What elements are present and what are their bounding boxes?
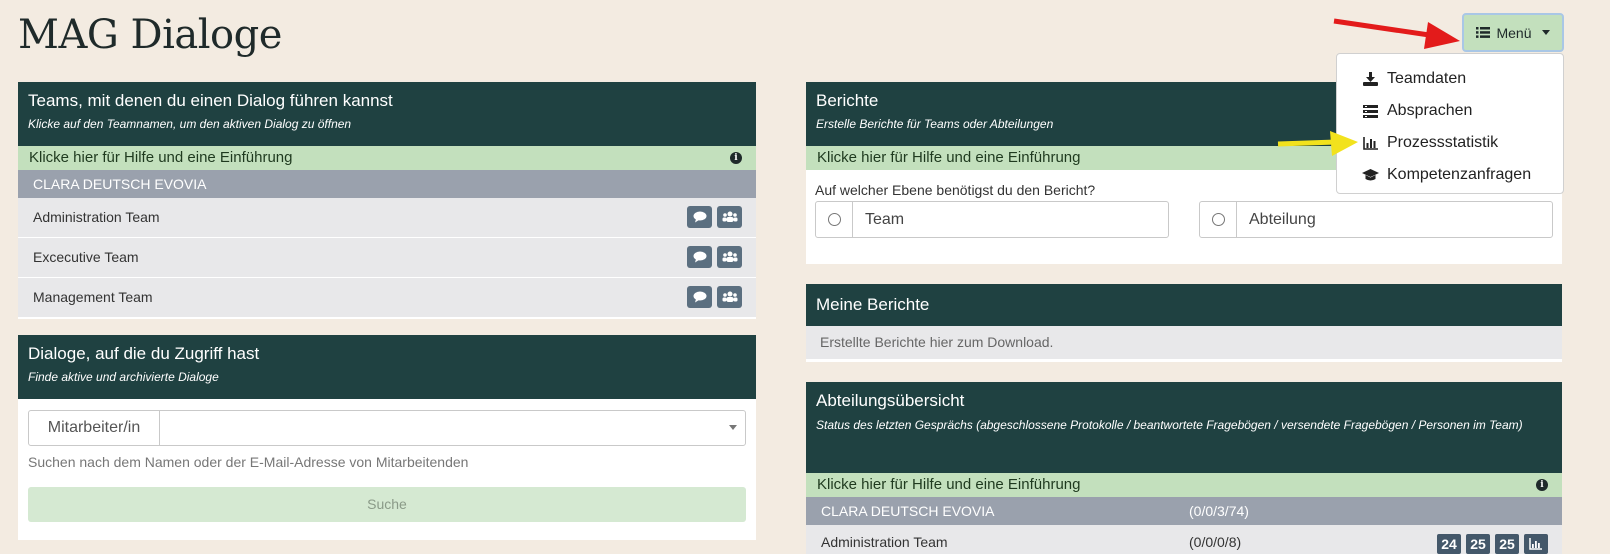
- red-arrow-annotation: [1333, 18, 1460, 49]
- search-hint: Suchen nach dem Namen oder der E-Mail-Ad…: [28, 454, 469, 470]
- info-icon: i: [1536, 479, 1548, 491]
- employee-search-group: Mitarbeiter/in: [28, 410, 746, 446]
- team-name[interactable]: Management Team: [33, 289, 153, 305]
- team-name[interactable]: Administration Team: [821, 534, 948, 550]
- help-link-label: Klicke hier für Hilfe und eine Einführun…: [817, 476, 1081, 493]
- menu-item-label: Absprachen: [1387, 102, 1473, 119]
- dialoge-panel-header: Dialoge, auf die du Zugriff hast Finde a…: [18, 335, 756, 399]
- employee-select[interactable]: [160, 411, 745, 445]
- radio-label-team: Team: [865, 211, 905, 228]
- download-icon: [1362, 72, 1379, 86]
- menu-button[interactable]: Menü: [1462, 13, 1564, 52]
- team-row-management[interactable]: Management Team: [18, 278, 756, 318]
- team-row-executive[interactable]: Excecutive Team: [18, 238, 756, 278]
- users-icon[interactable]: [717, 246, 742, 268]
- meine-berichte-empty: Erstellte Berichte hier zum Download.: [806, 326, 1562, 359]
- count-badge[interactable]: 24: [1437, 534, 1461, 554]
- menu-button-label: Menü: [1496, 24, 1532, 41]
- menu-item-absprachen[interactable]: Absprachen: [1337, 95, 1563, 127]
- search-button[interactable]: Suche: [28, 487, 746, 522]
- radio-option-team[interactable]: Team: [815, 201, 1169, 238]
- chat-bubble-icon[interactable]: [687, 206, 712, 228]
- teams-panel-subtitle: Klicke auf den Teamnamen, um den aktiven…: [28, 117, 352, 131]
- meine-berichte-panel: Meine Berichte Erstellte Berichte hier z…: [806, 284, 1562, 362]
- abteilung-panel-subtitle: Status des letzten Gesprächs (abgeschlos…: [816, 418, 1523, 432]
- caret-down-icon: [1541, 30, 1550, 35]
- menu-item-label: Prozessstatistik: [1387, 134, 1499, 151]
- teams-panel-header: Teams, mit denen du einen Dialog führen …: [18, 82, 756, 146]
- graduation-cap-icon: [1362, 168, 1379, 182]
- menu-item-label: Kompetenzanfragen: [1387, 166, 1532, 183]
- department-group-row: Clara Deutsch Evovia (0/0/3/74): [806, 497, 1562, 525]
- help-link-label: Klicke hier für Hilfe und eine Einführun…: [817, 149, 1081, 166]
- menu-item-label: Teamdaten: [1387, 70, 1467, 87]
- abteilung-panel-header: Abteilungsübersicht Status des letzten G…: [806, 382, 1562, 473]
- chat-bubble-icon[interactable]: [687, 246, 712, 268]
- meine-berichte-header: Meine Berichte: [806, 284, 1562, 326]
- employee-addon-label: Mitarbeiter/in: [29, 411, 160, 445]
- team-name[interactable]: Administration Team: [33, 209, 160, 225]
- dialoge-panel: Dialoge, auf die du Zugriff hast Finde a…: [18, 335, 756, 540]
- count-badge[interactable]: 25: [1466, 534, 1490, 554]
- info-icon: i: [730, 152, 742, 164]
- department-team-row[interactable]: Administration Team (0/0/0/8) 24 25 25: [806, 525, 1562, 554]
- abteilung-panel: Abteilungsübersicht Status des letzten G…: [806, 382, 1562, 554]
- dialoge-panel-subtitle: Finde aktive und archivierte Dialoge: [28, 370, 219, 384]
- bar-chart-icon: [1362, 136, 1379, 150]
- team-row-administration[interactable]: Administration Team: [18, 198, 756, 238]
- yellow-arrow-annotation: [1277, 131, 1358, 156]
- bar-chart-icon[interactable]: [1524, 534, 1548, 554]
- teams-help-bar[interactable]: Klicke hier für Hilfe und eine Einführun…: [18, 146, 756, 170]
- menu-item-prozessstatistik[interactable]: Prozessstatistik: [1337, 127, 1563, 159]
- radio-button[interactable]: [1211, 213, 1225, 226]
- team-stat: (0/0/0/8): [1189, 534, 1242, 550]
- users-icon[interactable]: [717, 286, 742, 308]
- chat-bubble-icon[interactable]: [687, 286, 712, 308]
- users-icon[interactable]: [717, 206, 742, 228]
- chevron-down-icon: [729, 425, 737, 430]
- radio-label-abteilung: Abteilung: [1249, 211, 1316, 228]
- team-group-row: Clara Deutsch Evovia: [18, 170, 756, 198]
- help-link-label: Klicke hier für Hilfe und eine Einführun…: [29, 149, 293, 166]
- count-badge[interactable]: 25: [1495, 534, 1519, 554]
- dialoge-panel-title: Dialoge, auf die du Zugriff hast: [28, 344, 260, 363]
- meine-berichte-title: Meine Berichte: [816, 295, 930, 314]
- page-title: MAG Dialoge: [18, 12, 282, 58]
- teams-panel-title: Teams, mit denen du einen Dialog führen …: [28, 91, 393, 110]
- department-stat: (0/0/3/74): [1189, 503, 1249, 519]
- department-name: Clara Deutsch Evovia: [821, 503, 995, 519]
- list-icon: [1362, 104, 1379, 118]
- abteilung-help-bar[interactable]: Klicke hier für Hilfe und eine Einführun…: [806, 473, 1562, 497]
- team-name[interactable]: Excecutive Team: [33, 249, 139, 265]
- menu-item-kompetenzanfragen[interactable]: Kompetenzanfragen: [1337, 159, 1563, 191]
- list-icon: [1476, 25, 1491, 41]
- menu-dropdown: Teamdaten Absprachen Prozessstatistik Ko…: [1336, 53, 1564, 194]
- menu-item-teamdaten[interactable]: Teamdaten: [1337, 63, 1563, 95]
- teams-panel: Teams, mit denen du einen Dialog führen …: [18, 82, 756, 319]
- radio-button[interactable]: [827, 213, 841, 226]
- report-level-question: Auf welcher Ebene benötigst du den Beric…: [815, 182, 1096, 198]
- abteilung-panel-title: Abteilungsübersicht: [816, 391, 965, 410]
- radio-option-abteilung[interactable]: Abteilung: [1199, 201, 1553, 238]
